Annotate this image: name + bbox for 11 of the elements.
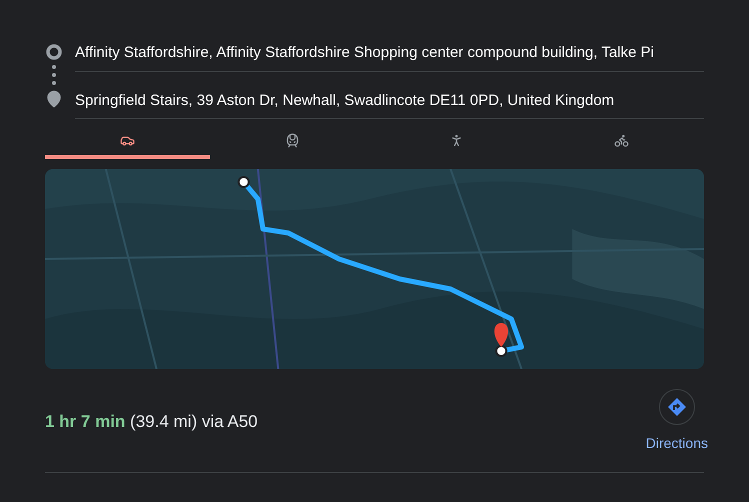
- directions-icon: [666, 397, 687, 417]
- location-pin-icon: [45, 90, 63, 108]
- bicycle-icon: [614, 133, 630, 148]
- route-duration: 1 hr 7 min: [45, 412, 126, 431]
- directions-button[interactable]: Directions: [646, 389, 708, 454]
- address-field[interactable]: Affinity Staffordshire, Affinity Staffordshire Shopping center compound building, Talke Pi: [75, 42, 704, 72]
- train-icon: [284, 133, 300, 148]
- route-details: (39.4 mi) via A50: [130, 412, 258, 431]
- dots-icon: [52, 64, 56, 86]
- address-field[interactable]: Springfield Stairs, 39 Aston Dr, Newhall, Swadlincote DE11 0PD, United Kingdom: [75, 90, 704, 119]
- origin-circle-icon: [46, 44, 62, 60]
